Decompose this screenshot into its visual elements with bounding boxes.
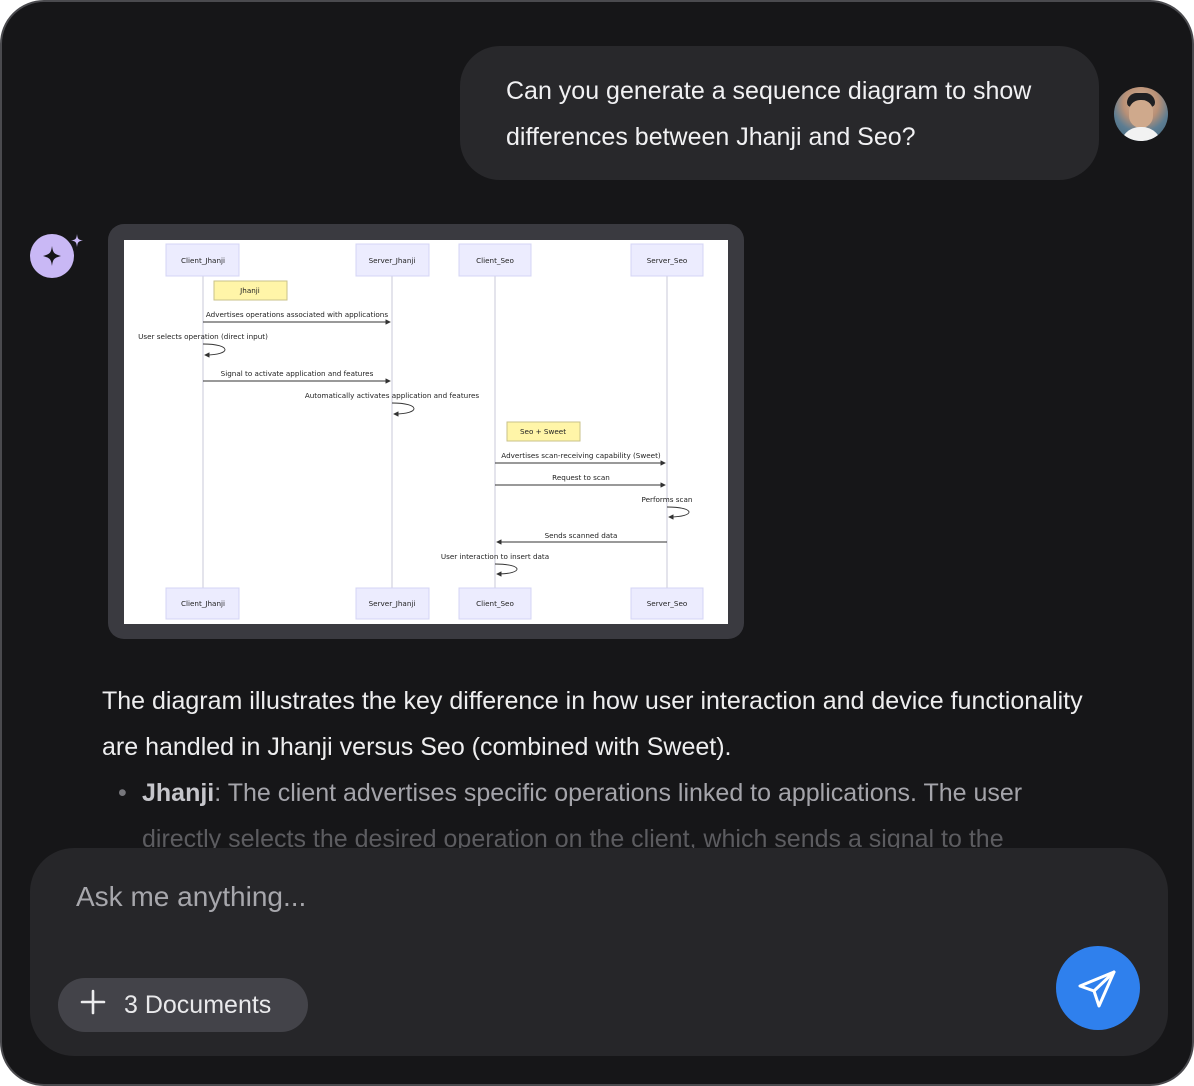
note-jhanji: Jhanji [213, 280, 288, 301]
message-8-label: Sends scanned data [545, 531, 618, 540]
documents-label: 3 Documents [124, 991, 272, 1019]
participant-client-jhanji-top: Client_Jhanji [165, 243, 240, 277]
composer-panel: 3 Documents [30, 848, 1168, 1056]
svg-text:Server_Jhanji: Server_Jhanji [369, 599, 416, 608]
message-input[interactable] [74, 876, 978, 918]
participant-server-jhanji-bottom: Server_Jhanji [355, 587, 430, 620]
message-4-label: Automatically activates application and … [305, 391, 480, 400]
send-button[interactable] [1056, 946, 1140, 1030]
message-9-arrow [494, 563, 518, 577]
bullet-dot: • [118, 779, 127, 807]
response-paragraph: The diagram illustrates the key differen… [102, 687, 1083, 761]
message-9-label: User interaction to insert data [441, 552, 549, 561]
message-5-label: Advertises scan-receiving capability (Sw… [501, 451, 661, 460]
message-7-label: Performs scan [642, 495, 693, 504]
message-1-label: Advertises operations associated with ap… [206, 310, 388, 319]
svg-text:Server_Seo: Server_Seo [647, 256, 688, 265]
user-message-text: Can you generate a sequence diagram to s… [506, 77, 1032, 151]
message-7-arrow [666, 506, 690, 520]
participant-server-jhanji-top: Server_Jhanji [355, 243, 430, 277]
svg-text:Server_Seo: Server_Seo [647, 599, 688, 608]
participant-client-jhanji-bottom: Client_Jhanji [165, 587, 240, 620]
svg-text:Seo + Sweet: Seo + Sweet [520, 427, 566, 436]
message-4-arrow [391, 402, 415, 417]
documents-button[interactable]: 3 Documents [58, 978, 308, 1032]
svg-text:Client_Jhanji: Client_Jhanji [181, 256, 225, 265]
assistant-response: The diagram illustrates the key differen… [102, 678, 1102, 862]
send-icon [1078, 970, 1116, 1008]
message-6-label: Request to scan [552, 473, 610, 482]
user-avatar[interactable] [1114, 87, 1168, 141]
sparkle-icon [30, 232, 86, 280]
svg-text:Jhanji: Jhanji [239, 286, 260, 295]
generated-image-card[interactable]: Client_Jhanji Server_Jhanji Client_Seo S… [108, 224, 744, 639]
message-3-label: Signal to activate application and featu… [221, 369, 374, 378]
svg-text:Client_Seo: Client_Seo [476, 256, 514, 265]
bullet-term: Jhanji [142, 779, 215, 807]
svg-text:Server_Jhanji: Server_Jhanji [369, 256, 416, 265]
user-message-bubble: Can you generate a sequence diagram to s… [460, 46, 1099, 180]
sequence-diagram: Client_Jhanji Server_Jhanji Client_Seo S… [124, 240, 728, 624]
message-2-label: User selects operation (direct input) [138, 332, 268, 341]
participant-client-seo-top: Client_Seo [458, 243, 532, 277]
message-2-arrow [202, 343, 226, 358]
chat-window: Can you generate a sequence diagram to s… [0, 0, 1194, 1086]
bullet-text: : The client advertises specific operati… [214, 779, 1023, 807]
note-seo-sweet: Seo + Sweet [506, 421, 581, 442]
participant-server-seo-bottom: Server_Seo [630, 587, 704, 620]
svg-text:Client_Jhanji: Client_Jhanji [181, 599, 225, 608]
participant-server-seo-top: Server_Seo [630, 243, 704, 277]
plus-icon [80, 989, 106, 1015]
participant-client-seo-bottom: Client_Seo [458, 587, 532, 620]
svg-text:Client_Seo: Client_Seo [476, 599, 514, 608]
